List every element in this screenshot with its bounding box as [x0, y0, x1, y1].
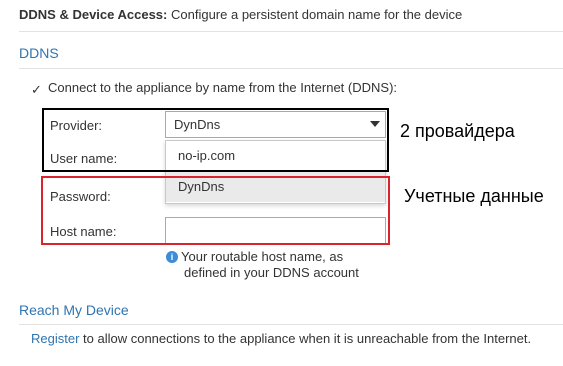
- credentials-highlight-box: [41, 176, 390, 245]
- ddns-enable-checkbox[interactable]: ✓: [31, 83, 43, 96]
- ddns-section-title: DDNS: [19, 45, 59, 61]
- reach-section-divider: [19, 324, 563, 325]
- header-divider: [19, 31, 563, 32]
- reach-section-title: Reach My Device: [19, 302, 129, 318]
- info-icon: i: [166, 251, 178, 263]
- hostname-hint-line2: defined in your DDNS account: [184, 265, 359, 280]
- hostname-hint: i Your routable host name, as defined in …: [166, 249, 381, 281]
- ddns-section-divider: [19, 68, 563, 69]
- hostname-hint-line1: Your routable host name, as: [181, 249, 344, 264]
- page-header: DDNS & Device Access: Configure a persis…: [19, 7, 563, 22]
- reach-text: to allow connections to the appliance wh…: [79, 331, 532, 346]
- reach-description: Register to allow connections to the app…: [31, 331, 531, 346]
- page-title: DDNS & Device Access:: [19, 7, 168, 22]
- ddns-enable-row[interactable]: ✓ Connect to the appliance by name from t…: [31, 80, 397, 96]
- register-link[interactable]: Register: [31, 331, 79, 346]
- providers-annotation: 2 провайдера: [400, 121, 515, 141]
- credentials-annotation: Учетные данные: [404, 186, 544, 206]
- ddns-enable-label: Connect to the appliance by name from th…: [48, 80, 398, 95]
- page-description: Configure a persistent domain name for t…: [171, 7, 463, 22]
- providers-highlight-box: [42, 108, 389, 172]
